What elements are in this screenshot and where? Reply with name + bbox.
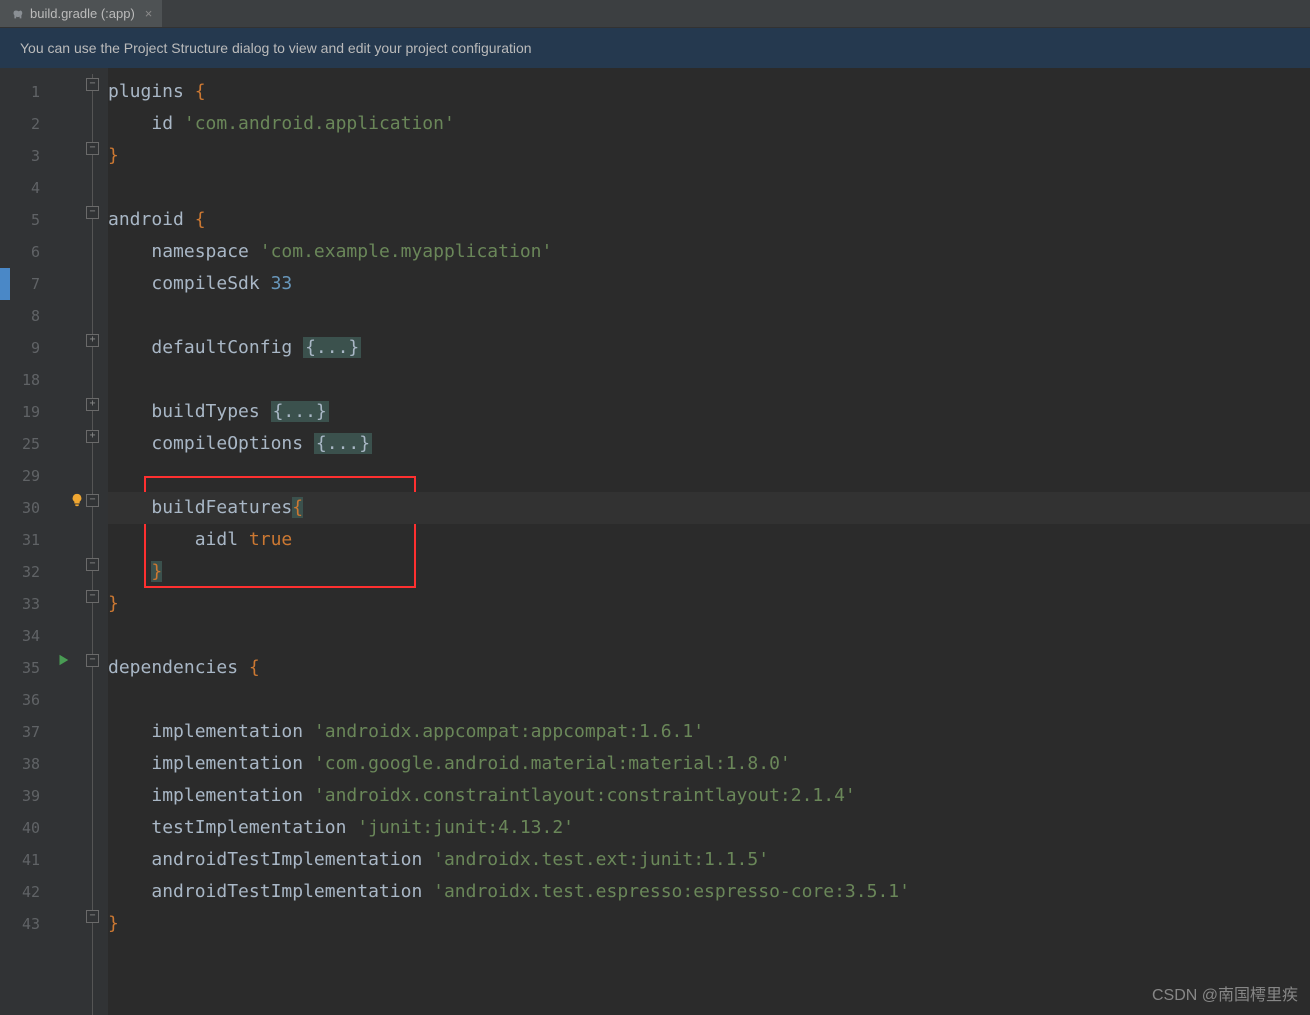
info-banner[interactable]: You can use the Project Structure dialog…	[0, 28, 1310, 68]
code-line[interactable]	[108, 300, 1310, 332]
code-line[interactable]: }	[108, 140, 1310, 172]
gutter-extras	[52, 68, 108, 1015]
file-tab[interactable]: build.gradle (:app) ×	[0, 0, 162, 27]
line-number: 4	[0, 172, 40, 204]
code-line[interactable]: id 'com.android.application'	[108, 108, 1310, 140]
tab-bar: build.gradle (:app) ×	[0, 0, 1310, 28]
editor: 1234567891819252930313233343536373839404…	[0, 68, 1310, 1015]
code-line[interactable]: aidl true	[108, 524, 1310, 556]
code-line[interactable]: testImplementation 'junit:junit:4.13.2'	[108, 812, 1310, 844]
code-line[interactable]: compileOptions {...}	[108, 428, 1310, 460]
line-number: 35	[0, 652, 40, 684]
line-number: 40	[0, 812, 40, 844]
gutter: 1234567891819252930313233343536373839404…	[0, 68, 52, 1015]
lightbulb-icon[interactable]	[70, 493, 84, 507]
line-number: 31	[0, 524, 40, 556]
line-number: 34	[0, 620, 40, 652]
line-number: 2	[0, 108, 40, 140]
code-line[interactable]: namespace 'com.example.myapplication'	[108, 236, 1310, 268]
code-line[interactable]: }	[108, 556, 1310, 588]
line-number: 5	[0, 204, 40, 236]
code-area[interactable]: plugins { id 'com.android.application' }…	[108, 68, 1310, 1015]
code-line[interactable]: android {	[108, 204, 1310, 236]
line-number: 32	[0, 556, 40, 588]
code-line[interactable]: androidTestImplementation 'androidx.test…	[108, 876, 1310, 908]
code-line[interactable]	[108, 684, 1310, 716]
line-number: 43	[0, 908, 40, 940]
line-number: 1	[0, 76, 40, 108]
line-marker	[0, 268, 10, 300]
line-number: 9	[0, 332, 40, 364]
fold-toggle[interactable]	[86, 206, 99, 219]
fold-toggle[interactable]	[86, 398, 99, 411]
fold-toggle[interactable]	[86, 558, 99, 571]
gradle-icon	[10, 7, 24, 21]
code-line[interactable]: }	[108, 588, 1310, 620]
line-number: 8	[0, 300, 40, 332]
line-number: 38	[0, 748, 40, 780]
line-number: 19	[0, 396, 40, 428]
code-line[interactable]: implementation 'com.google.android.mater…	[108, 748, 1310, 780]
code-line[interactable]: plugins {	[108, 76, 1310, 108]
line-number: 6	[0, 236, 40, 268]
close-icon[interactable]: ×	[145, 6, 153, 21]
fold-toggle[interactable]	[86, 590, 99, 603]
fold-toggle[interactable]	[86, 654, 99, 667]
code-line[interactable]	[108, 620, 1310, 652]
line-number: 29	[0, 460, 40, 492]
code-line[interactable]: dependencies {	[108, 652, 1310, 684]
code-line[interactable]: buildTypes {...}	[108, 396, 1310, 428]
code-line[interactable]: implementation 'androidx.constraintlayou…	[108, 780, 1310, 812]
code-line[interactable]	[108, 172, 1310, 204]
fold-toggle[interactable]	[86, 142, 99, 155]
fold-toggle[interactable]	[86, 910, 99, 923]
line-number: 36	[0, 684, 40, 716]
fold-toggle[interactable]	[86, 334, 99, 347]
line-number: 3	[0, 140, 40, 172]
line-number: 37	[0, 716, 40, 748]
line-number: 18	[0, 364, 40, 396]
line-number: 30	[0, 492, 40, 524]
code-line[interactable]: compileSdk 33	[108, 268, 1310, 300]
run-icon[interactable]	[56, 653, 70, 667]
code-line[interactable]	[108, 364, 1310, 396]
code-line[interactable]: defaultConfig {...}	[108, 332, 1310, 364]
watermark: CSDN @南国樗里疾	[1152, 981, 1298, 1005]
line-number: 25	[0, 428, 40, 460]
line-number: 41	[0, 844, 40, 876]
code-line[interactable]: implementation 'androidx.appcompat:appco…	[108, 716, 1310, 748]
line-number: 39	[0, 780, 40, 812]
line-number: 42	[0, 876, 40, 908]
fold-toggle[interactable]	[86, 430, 99, 443]
fold-toggle[interactable]	[86, 494, 99, 507]
line-number: 33	[0, 588, 40, 620]
tab-label: build.gradle (:app)	[30, 6, 135, 21]
fold-toggle[interactable]	[86, 78, 99, 91]
code-line[interactable]	[108, 460, 1310, 492]
banner-text: You can use the Project Structure dialog…	[20, 40, 532, 56]
code-line[interactable]: buildFeatures{	[108, 492, 1310, 524]
code-line[interactable]: androidTestImplementation 'androidx.test…	[108, 844, 1310, 876]
code-line[interactable]: }	[108, 908, 1310, 940]
